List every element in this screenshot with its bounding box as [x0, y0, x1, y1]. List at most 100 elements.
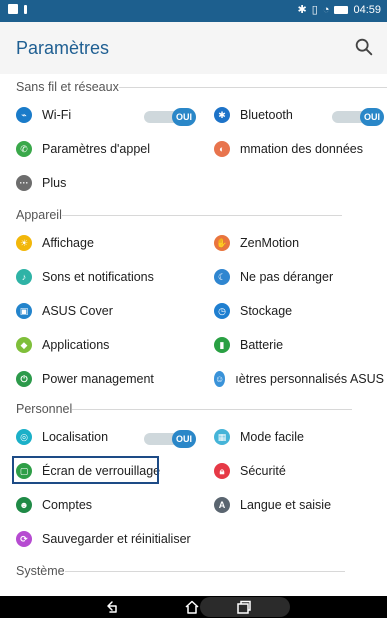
more-icon: ···: [16, 175, 32, 191]
home-icon[interactable]: [184, 600, 200, 614]
section-header-system: Système: [16, 562, 345, 580]
location-label: Localisation: [42, 430, 109, 444]
section-header-wireless: Sans fil et réseaux: [16, 78, 387, 96]
back-icon[interactable]: [104, 600, 120, 614]
section-header-device: Appareil: [16, 206, 342, 224]
bluetooth-label: Bluetooth: [240, 108, 293, 122]
backup-icon: ⟳: [16, 531, 32, 547]
battery-icon: ▮: [214, 337, 230, 353]
gesture-icon: ✋: [214, 235, 230, 251]
security-item[interactable]: 🔒︎ Sécurité: [214, 454, 384, 488]
storage-icon: ◷: [214, 303, 230, 319]
battery-icon: [334, 6, 349, 14]
backup-reset-item[interactable]: ⟳ Sauvegarder et réinitialiser: [16, 522, 196, 556]
section-title: Appareil: [16, 208, 62, 222]
accounts-label: Comptes: [42, 498, 93, 512]
toggle-thumb: OUI: [172, 430, 196, 448]
do-not-disturb-item[interactable]: ☾ Ne pas déranger: [214, 260, 384, 294]
power-icon: ⏻: [16, 371, 32, 387]
phone-icon: ✆: [16, 141, 32, 157]
status-bar-left: [8, 4, 27, 14]
section-title: Système: [16, 564, 65, 578]
asus-custom-settings-item[interactable]: ☺ ıètres personnalisés ASUS: [214, 362, 384, 396]
applications-label: Applications: [42, 338, 110, 352]
more-item[interactable]: ··· Plus: [16, 166, 196, 200]
language-icon: A: [214, 497, 230, 513]
notification-icon: [24, 4, 27, 14]
display-item[interactable]: ☀ Affichage: [16, 226, 196, 260]
search-icon[interactable]: [353, 36, 375, 58]
storage-item[interactable]: ◷ Stockage: [214, 294, 384, 328]
do-not-disturb-label: Ne pas déranger: [240, 270, 334, 284]
status-time: 04:59: [353, 4, 381, 16]
android-icon: ◆: [16, 337, 32, 353]
app-bar: Paramètres: [0, 22, 387, 74]
storage-label: Stockage: [240, 304, 293, 318]
section-header-personal: Personnel: [16, 400, 353, 418]
asus-custom-settings-label: ıètres personnalisés ASUS: [235, 372, 384, 386]
display-label: Affichage: [42, 236, 94, 250]
person-gear-icon: ☺: [214, 371, 226, 387]
vibrate-icon: ▯: [311, 4, 318, 16]
data-usage-label: mmation des données: [240, 142, 363, 156]
divider: [118, 87, 387, 88]
call-settings-label: Paramètres d'appel: [42, 142, 151, 156]
easy-mode-icon: ▦: [214, 429, 230, 445]
applications-item[interactable]: ◆ Applications: [16, 328, 196, 362]
call-settings-item[interactable]: ✆ Paramètres d'appel: [16, 132, 196, 166]
location-toggle[interactable]: OUI: [144, 430, 196, 448]
language-input-label: Langue et saisie: [240, 498, 332, 512]
cover-icon: ▣: [16, 303, 32, 319]
more-label: Plus: [42, 176, 67, 190]
bluetooth-item[interactable]: ✱ Bluetooth OUI: [214, 98, 384, 132]
account-icon: ☻: [16, 497, 32, 513]
sounds-item[interactable]: ♪ Sons et notifications: [16, 260, 196, 294]
security-label: Sécurité: [240, 464, 286, 478]
power-management-label: Power management: [42, 372, 154, 386]
wifi-toggle[interactable]: OUI: [144, 108, 196, 126]
status-bar: ✱ ▯ ◔ 04:59: [0, 0, 387, 22]
section-title: Sans fil et réseaux: [16, 80, 119, 94]
divider: [61, 215, 342, 216]
wifi-item[interactable]: ⌁ Wi-Fi OUI: [16, 98, 196, 132]
wifi-label: Wi-Fi: [42, 108, 72, 122]
easy-mode-label: Mode facile: [240, 430, 304, 444]
power-management-item[interactable]: ⏻ Power management: [16, 362, 196, 396]
battery-label: Batterie: [240, 338, 284, 352]
divider: [72, 409, 353, 410]
wifi-icon: ◔: [322, 4, 330, 16]
toggle-thumb: OUI: [172, 108, 196, 126]
status-bar-right: ✱ ▯ ◔ 04:59: [298, 4, 381, 16]
navigation-bar: [0, 596, 387, 618]
bluetooth-icon: ✱: [297, 4, 307, 16]
lock-icon: 🔒︎: [214, 463, 230, 479]
divider: [64, 571, 345, 572]
bluetooth-toggle[interactable]: OUI: [332, 108, 384, 126]
settings-list[interactable]: Sans fil et réseaux ⌁ Wi-Fi OUI ✱ Blueto…: [0, 74, 387, 596]
wifi-icon: ⌁: [16, 107, 32, 123]
sound-icon: ♪: [16, 269, 32, 285]
easy-mode-item[interactable]: ▦ Mode facile: [214, 420, 384, 454]
data-usage-icon: ◐: [214, 141, 230, 157]
language-input-item[interactable]: A Langue et saisie: [214, 488, 384, 522]
toggle-thumb: OUI: [360, 108, 384, 126]
zenmotion-label: ZenMotion: [240, 236, 300, 250]
section-title: Personnel: [16, 402, 73, 416]
location-item[interactable]: ◎ Localisation OUI: [16, 420, 196, 454]
moon-icon: ☾: [214, 269, 230, 285]
recents-icon[interactable]: [236, 600, 252, 614]
asus-cover-item[interactable]: ▣ ASUS Cover: [16, 294, 196, 328]
location-icon: ◎: [16, 429, 32, 445]
page-title: Paramètres: [16, 38, 110, 58]
lock-screen-highlight: [12, 456, 159, 484]
display-icon: ☀: [16, 235, 32, 251]
screenshot-icon: [8, 4, 18, 14]
backup-reset-label: Sauvegarder et réinitialiser: [42, 532, 191, 546]
battery-item[interactable]: ▮ Batterie: [214, 328, 384, 362]
data-usage-item[interactable]: ◐ mmation des données: [214, 132, 384, 166]
accounts-item[interactable]: ☻ Comptes: [16, 488, 196, 522]
asus-cover-label: ASUS Cover: [42, 304, 113, 318]
zenmotion-item[interactable]: ✋ ZenMotion: [214, 226, 384, 260]
sounds-label: Sons et notifications: [42, 270, 154, 284]
bluetooth-icon: ✱: [214, 107, 230, 123]
